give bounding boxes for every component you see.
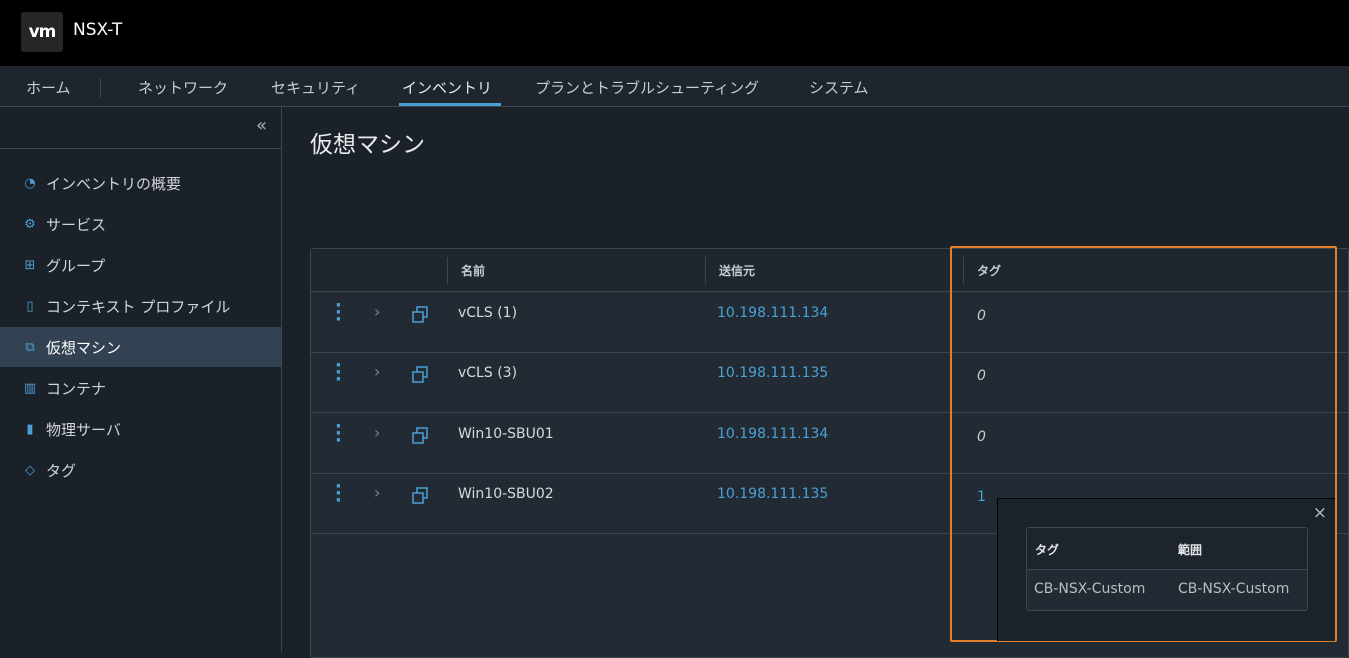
sidebar: « ◔ インベントリの概要 ⚙ サービス ⊞ グループ ▯ コンテキスト プロファイル … bbox=[0, 107, 282, 652]
row-actions-icon[interactable]: · · · bbox=[335, 417, 342, 449]
vm-tag-count: 0 bbox=[977, 368, 986, 385]
active-tab-indicator bbox=[399, 103, 501, 106]
vm-source-link[interactable]: 10.198.111.134 bbox=[717, 426, 828, 442]
row-actions-icon[interactable]: · · · bbox=[335, 297, 342, 329]
vm-source-link[interactable]: 10.198.111.135 bbox=[717, 365, 828, 381]
expand-chevron-icon[interactable]: › bbox=[374, 423, 380, 442]
column-header-name[interactable]: 名前 bbox=[461, 262, 485, 279]
vm-tag-count: 0 bbox=[977, 308, 986, 324]
vm-name: Win10-SBU02 bbox=[458, 485, 554, 502]
page-title: 仮想マシン bbox=[310, 132, 425, 158]
dashboard-icon: ◔ bbox=[24, 175, 36, 191]
column-divider bbox=[963, 257, 964, 284]
tag-value: CB-NSX-Custom bbox=[1034, 581, 1146, 597]
popover-table-row: CB-NSX-Custom CB-NSX-Custom bbox=[1027, 570, 1307, 610]
sidebar-item-containers[interactable]: ▥ コンテナ bbox=[0, 368, 281, 408]
row-actions-icon[interactable]: · · · bbox=[335, 357, 342, 389]
vm-icon: ⧉ bbox=[25, 339, 35, 355]
column-divider bbox=[705, 257, 706, 284]
popover-tag-table: タグ 範囲 CB-NSX-Custom CB-NSX-Custom bbox=[1026, 527, 1308, 611]
column-header-tag: タグ bbox=[1035, 543, 1060, 557]
column-header-tags[interactable]: タグ bbox=[977, 262, 1001, 279]
vm-icon bbox=[412, 366, 428, 384]
sidebar-item-groups[interactable]: ⊞ グループ bbox=[0, 245, 281, 285]
sidebar-item-label: グループ bbox=[46, 256, 106, 275]
sidebar-item-tags[interactable]: ◇ タグ bbox=[0, 450, 281, 490]
row-actions-icon[interactable]: · · · bbox=[335, 477, 342, 509]
tab-inventory[interactable]: インベントリ bbox=[402, 77, 492, 98]
sidebar-collapse-row: « bbox=[0, 107, 281, 149]
collapse-icon[interactable]: « bbox=[256, 115, 267, 136]
app-title: NSX-T bbox=[73, 20, 123, 40]
scope-value: CB-NSX-Custom bbox=[1178, 581, 1290, 597]
sidebar-item-services[interactable]: ⚙ サービス bbox=[0, 204, 281, 244]
vm-name: vCLS (3) bbox=[458, 365, 518, 382]
sidebar-item-label: タグ bbox=[46, 461, 77, 480]
sidebar-item-label: コンテナ bbox=[46, 379, 107, 398]
vm-name: Win10-SBU01 bbox=[458, 425, 554, 442]
column-divider bbox=[447, 257, 448, 284]
main-nav: ホーム ネットワーク セキュリティ インベントリ プランとトラブルシューティング… bbox=[0, 66, 1349, 107]
sidebar-item-inventory-overview[interactable]: ◔ インベントリの概要 bbox=[0, 163, 281, 203]
top-header: vm NSX-T bbox=[0, 0, 1349, 66]
vm-name: vCLS (1) bbox=[458, 305, 518, 321]
sidebar-item-label: 仮想マシン bbox=[46, 338, 122, 357]
sidebar-item-physical-servers[interactable]: ▮ 物理サーバ bbox=[0, 409, 281, 449]
vm-icon bbox=[412, 426, 428, 444]
tab-network[interactable]: ネットワーク bbox=[138, 77, 228, 98]
vm-source-link[interactable]: 10.198.111.135 bbox=[717, 486, 828, 502]
container-icon: ▥ bbox=[23, 380, 37, 396]
sidebar-item-label: 物理サーバ bbox=[46, 420, 121, 439]
expand-chevron-icon[interactable]: › bbox=[374, 302, 380, 321]
gear-icon: ⚙ bbox=[24, 216, 36, 232]
sidebar-item-virtual-machines[interactable]: ⧉ 仮想マシン bbox=[0, 327, 281, 367]
table-row: · · · › vCLS (1) 10.198.111.134 0 bbox=[311, 292, 1348, 353]
nav-divider bbox=[100, 78, 101, 98]
vm-source-link[interactable]: 10.198.111.134 bbox=[717, 305, 828, 321]
tab-system[interactable]: システム bbox=[809, 77, 869, 98]
vmware-logo: vm bbox=[21, 12, 63, 52]
table-row: · · · › Win10-SBU01 10.198.111.134 0 bbox=[311, 413, 1348, 474]
column-header-scope: 範囲 bbox=[1178, 543, 1203, 557]
profile-icon: ▯ bbox=[26, 298, 34, 314]
tab-security[interactable]: セキュリティ bbox=[271, 77, 360, 98]
server-icon: ▮ bbox=[26, 421, 34, 437]
table-header: 名前 送信元 タグ bbox=[311, 249, 1348, 292]
sidebar-item-label: サービス bbox=[46, 215, 107, 234]
close-icon[interactable]: × bbox=[1313, 503, 1327, 523]
tag-icon: ◇ bbox=[25, 462, 35, 478]
sidebar-item-label: インベントリの概要 bbox=[46, 174, 182, 193]
sidebar-item-label: コンテキスト プロファイル bbox=[46, 297, 231, 316]
sidebar-item-context-profiles[interactable]: ▯ コンテキスト プロファイル bbox=[0, 286, 281, 326]
vm-icon bbox=[412, 487, 428, 504]
table-row: · · · › vCLS (3) 10.198.111.135 0 bbox=[311, 352, 1348, 414]
popover-table-header: タグ 範囲 bbox=[1027, 528, 1307, 570]
vm-tag-count[interactable]: 1 bbox=[977, 489, 986, 505]
tags-popover: × タグ 範囲 CB-NSX-Custom CB-NSX-Custom bbox=[997, 498, 1335, 641]
expand-chevron-icon[interactable]: › bbox=[374, 362, 380, 381]
vm-icon bbox=[412, 306, 428, 323]
expand-chevron-icon[interactable]: › bbox=[374, 483, 380, 502]
tab-home[interactable]: ホーム bbox=[26, 77, 71, 98]
group-icon: ⊞ bbox=[24, 257, 36, 273]
tab-plan-troubleshoot[interactable]: プランとトラブルシューティング bbox=[535, 77, 759, 98]
vm-tag-count: 0 bbox=[977, 428, 986, 445]
column-header-source[interactable]: 送信元 bbox=[719, 262, 755, 279]
